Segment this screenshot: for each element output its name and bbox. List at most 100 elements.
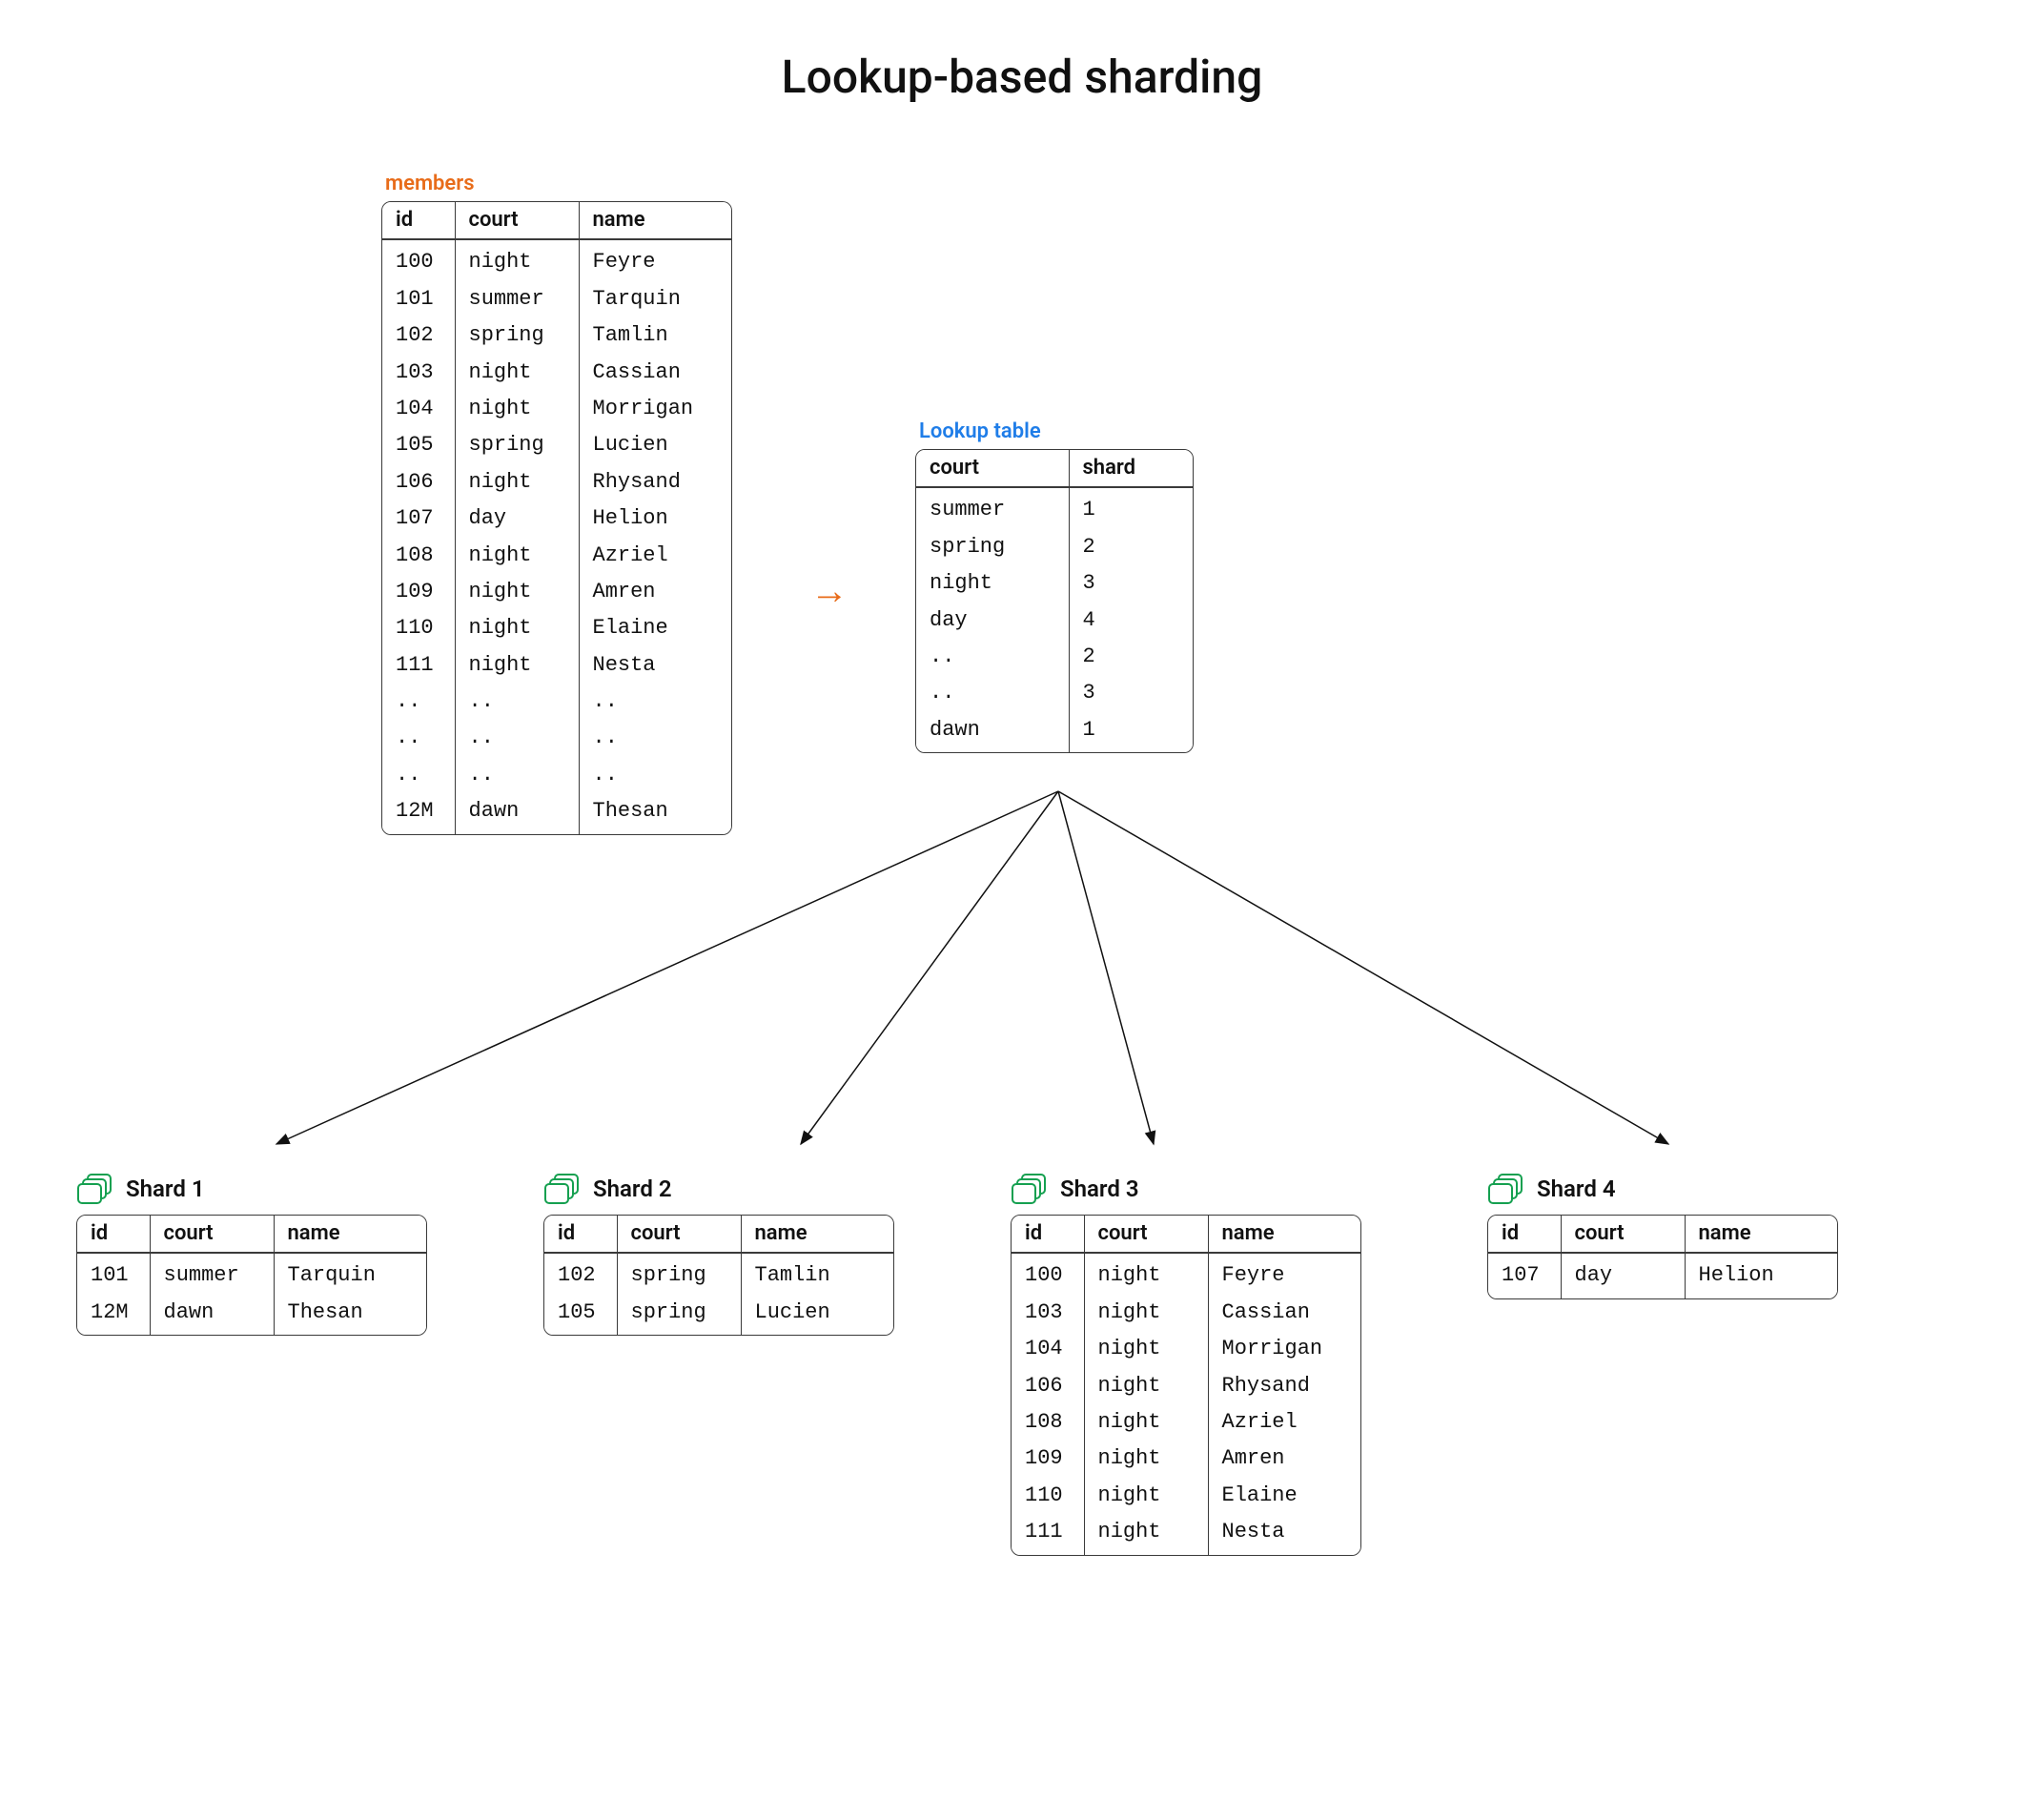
cell-shard: 4 (1069, 603, 1193, 639)
shard-3-label: Shard 3 (1060, 1175, 1139, 1202)
col-name: name (741, 1216, 893, 1253)
table-row: 109nightAmren (1012, 1441, 1360, 1477)
cell-shard: 3 (1069, 565, 1193, 602)
col-name: name (1208, 1216, 1360, 1253)
col-court: court (916, 450, 1069, 487)
shard-3-table: id court name 100nightFeyre103nightCassi… (1011, 1215, 1361, 1556)
page-title: Lookup-based sharding (0, 50, 2044, 104)
cell-name: Morrigan (1208, 1331, 1360, 1367)
cell-shard: 1 (1069, 487, 1193, 528)
cell-name: Thesan (579, 793, 731, 833)
cell-court: day (916, 603, 1069, 639)
cell-court: night (455, 464, 579, 501)
cell-court: spring (617, 1295, 741, 1335)
cell-id: 111 (1012, 1514, 1084, 1554)
table-row: day4 (916, 603, 1193, 639)
table-row: 109nightAmren (382, 574, 731, 610)
cell-name: Tarquin (579, 281, 731, 317)
cell-id: 100 (1012, 1253, 1084, 1294)
cell-id: 102 (382, 317, 455, 354)
col-id: id (382, 202, 455, 239)
cell-name: Feyre (579, 239, 731, 280)
table-row: ..2 (916, 639, 1193, 675)
cell-court: .. (455, 720, 579, 756)
cell-id: 107 (1488, 1253, 1561, 1298)
cell-court: night (455, 391, 579, 427)
cell-court: spring (916, 529, 1069, 565)
table-row: 107dayHelion (382, 501, 731, 537)
cell-court: spring (455, 317, 579, 354)
cell-name: Azriel (1208, 1404, 1360, 1441)
shard-3-wrap: Shard 3 id court name 100nightFeyre103ni… (1011, 1173, 1361, 1560)
table-row: 101summerTarquin (382, 281, 731, 317)
members-table: id court name 100nightFeyre101summerTarq… (381, 201, 732, 835)
cell-court: night (1084, 1253, 1208, 1294)
cell-id: 110 (382, 610, 455, 646)
cell-name: Tamlin (579, 317, 731, 354)
table-row: 105springLucien (544, 1295, 893, 1335)
cell-name: Cassian (579, 355, 731, 391)
cell-court: .. (916, 639, 1069, 675)
col-id: id (1012, 1216, 1084, 1253)
table-row: 100nightFeyre (1012, 1253, 1360, 1294)
cell-name: Lucien (579, 427, 731, 463)
cell-name: .. (579, 757, 731, 793)
cell-id: 109 (382, 574, 455, 610)
col-id: id (544, 1216, 617, 1253)
cell-id: 103 (382, 355, 455, 391)
database-icon (1011, 1173, 1049, 1205)
cell-name: Lucien (741, 1295, 893, 1335)
table-row: 107dayHelion (1488, 1253, 1837, 1298)
cell-name: Amren (1208, 1441, 1360, 1477)
cell-id: 12M (382, 793, 455, 833)
cell-id: 106 (1012, 1368, 1084, 1404)
cell-name: Tamlin (741, 1253, 893, 1294)
col-court: court (1561, 1216, 1685, 1253)
col-court: court (455, 202, 579, 239)
cell-name: Elaine (579, 610, 731, 646)
cell-court: dawn (455, 793, 579, 833)
cell-court: night (1084, 1441, 1208, 1477)
cell-id: 105 (544, 1295, 617, 1335)
col-shard: shard (1069, 450, 1193, 487)
cell-id: .. (382, 720, 455, 756)
col-name: name (579, 202, 731, 239)
members-table-label: members (381, 172, 732, 195)
cell-shard: 3 (1069, 675, 1193, 711)
table-row: 104nightMorrigan (382, 391, 731, 427)
table-row: 111nightNesta (382, 647, 731, 684)
table-row: ...... (382, 684, 731, 720)
table-row: 100nightFeyre (382, 239, 731, 280)
cell-court: summer (455, 281, 579, 317)
cell-court: spring (455, 427, 579, 463)
cell-name: Feyre (1208, 1253, 1360, 1294)
cell-court: night (1084, 1368, 1208, 1404)
cell-id: .. (382, 684, 455, 720)
col-name: name (1685, 1216, 1837, 1253)
cell-court: night (455, 574, 579, 610)
cell-court: night (1084, 1404, 1208, 1441)
cell-id: 107 (382, 501, 455, 537)
cell-id: 101 (77, 1253, 150, 1294)
lookup-table-label: Lookup table (915, 419, 1194, 443)
table-row: 12MdawnThesan (77, 1295, 426, 1335)
cell-id: 105 (382, 427, 455, 463)
cell-name: Helion (579, 501, 731, 537)
table-row: 108nightAzriel (382, 538, 731, 574)
table-row: 106nightRhysand (382, 464, 731, 501)
table-row: 103nightCassian (1012, 1295, 1360, 1331)
cell-name: Helion (1685, 1253, 1837, 1298)
col-name: name (274, 1216, 426, 1253)
cell-name: Nesta (579, 647, 731, 684)
cell-id: 12M (77, 1295, 150, 1335)
cell-court: spring (617, 1253, 741, 1294)
cell-court: dawn (916, 712, 1069, 752)
cell-court: night (455, 647, 579, 684)
cell-id: 108 (1012, 1404, 1084, 1441)
cell-court: night (455, 239, 579, 280)
cell-court: day (455, 501, 579, 537)
table-row: 106nightRhysand (1012, 1368, 1360, 1404)
cell-court: night (1084, 1514, 1208, 1554)
cell-id: 101 (382, 281, 455, 317)
cell-name: Thesan (274, 1295, 426, 1335)
